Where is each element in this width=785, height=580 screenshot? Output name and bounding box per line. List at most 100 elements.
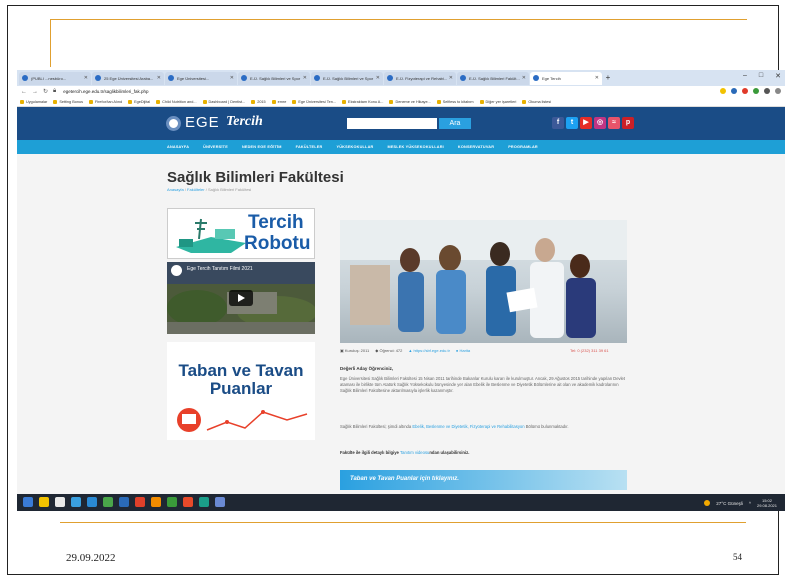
instagram-icon[interactable]: ◎ xyxy=(594,117,606,129)
menu-icon[interactable] xyxy=(775,88,781,94)
site-nav-item[interactable]: YÜKSEKOKULLAR xyxy=(336,145,373,149)
promo-video-link[interactable]: Tanıtım videosu xyxy=(400,450,429,455)
close-tab-icon[interactable]: ✕ xyxy=(449,75,453,81)
site-search-button[interactable]: Ara xyxy=(439,118,471,129)
close-tab-icon[interactable]: ✕ xyxy=(522,75,526,81)
bookmark-item[interactable]: Uygulamalar xyxy=(20,99,47,104)
taban-tavan-banner[interactable]: Taban ve Tavan Puanlar xyxy=(167,342,315,440)
star-icon[interactable] xyxy=(720,88,726,94)
page-title: Sağlık Bilimleri Fakültesi xyxy=(167,169,344,186)
faculty-photo xyxy=(340,220,627,343)
browser-tab[interactable]: E-Ü. Sağlık Bilimleri ve Spor F...✕ xyxy=(238,71,310,85)
browser-tab[interactable]: 25 Ege Üniversitesi Araba... ✕ xyxy=(92,71,164,85)
close-tab-icon[interactable]: ✕ xyxy=(157,75,161,81)
taskbar-app-icon[interactable] xyxy=(55,497,65,507)
back-icon[interactable]: ← xyxy=(21,89,27,95)
details-lead: Fakülte ile ilgili detaylı bilgiye xyxy=(340,450,401,455)
reload-icon[interactable]: ↻ xyxy=(43,88,48,95)
site-nav-item[interactable]: FAKÜLTELER xyxy=(296,145,323,149)
taskbar-app-icon[interactable] xyxy=(119,497,129,507)
youtube-icon[interactable]: ▶ xyxy=(580,117,592,129)
site-nav-item[interactable]: ANASAYFA xyxy=(167,145,189,149)
close-tab-icon[interactable]: ✕ xyxy=(303,75,307,81)
bookmark-item[interactable]: Child Nutrition and... xyxy=(156,99,197,104)
clock[interactable]: 15:02 29.08.2021 xyxy=(757,498,777,508)
browser-tab[interactable]: E-Ü. Fizyoterapi ve Rehabi... ✕ xyxy=(384,71,456,85)
taban-puan-link-banner[interactable]: Taban ve Tavan Puanlar için tıklayınız. xyxy=(340,470,627,490)
tercih-robotu-banner[interactable]: Tercih Robotu xyxy=(167,208,315,259)
close-tab-icon[interactable]: ✕ xyxy=(84,75,88,81)
extension-icon[interactable] xyxy=(742,88,748,94)
taskbar-app-icon[interactable] xyxy=(71,497,81,507)
bookmark-item[interactable]: emre xyxy=(271,99,286,104)
twitter-icon[interactable]: t xyxy=(566,117,578,129)
tray-chevron-icon[interactable]: ^ xyxy=(749,501,751,506)
bookmark-item[interactable]: 2015 xyxy=(251,99,266,104)
video-title: Ege Tercih Tanıtım Filmi 2021 xyxy=(187,266,253,272)
browser-tab[interactable]: (PUBLI ...nesbüro... ✕ xyxy=(19,71,91,85)
bookmark-item[interactable]: Dashboard | Dentist... xyxy=(202,99,245,104)
bookmark-label: Firefox'tan Alınd xyxy=(94,99,123,104)
play-icon[interactable] xyxy=(229,290,253,306)
breadcrumb-home[interactable]: Anasayfa xyxy=(167,187,184,192)
facebook-icon[interactable]: f xyxy=(552,117,564,129)
site-nav-item[interactable]: KONSERVATUVAR xyxy=(458,145,494,149)
url-field[interactable]: egetercih.ege.edu.tr/saglikbilimleri_fak… xyxy=(63,89,148,94)
taskbar-app-icon[interactable] xyxy=(39,497,49,507)
weather-text[interactable]: 27°C Güneşli xyxy=(716,501,743,506)
site-nav-item[interactable]: ÜNİVERSİTE xyxy=(203,145,228,149)
maximize-button[interactable]: □ xyxy=(759,72,763,80)
browser-tab[interactable]: E-Ü. Sağlık Bilimleri Fakült... ✕ xyxy=(457,71,529,85)
video-channel-icon xyxy=(171,265,182,276)
extension-icon[interactable] xyxy=(753,88,759,94)
taskbar-app-icon[interactable] xyxy=(103,497,113,507)
bookmark-item[interactable]: Ege Üniversitesi Ten... xyxy=(292,99,336,104)
robot-title-line1: Tercih xyxy=(248,212,304,233)
close-tab-icon[interactable]: ✕ xyxy=(376,75,380,81)
bookmark-item[interactable]: Okuma listesi xyxy=(522,99,551,104)
site-nav-item[interactable]: MESLEK YÜKSEKOKULLARI xyxy=(387,145,443,149)
logo-tercih-text[interactable]: Tercih xyxy=(226,114,263,130)
browser-tab[interactable]: Ege Üniversitesi... ✕ xyxy=(165,71,237,85)
extension-icon[interactable] xyxy=(731,88,737,94)
browser-tab[interactable]: E-Ü. Sağlık Bilimleri ve Spor F...✕ xyxy=(311,71,383,85)
close-window-button[interactable]: ✕ xyxy=(775,72,781,80)
ege-logo-icon[interactable] xyxy=(166,116,181,131)
site-nav-item[interactable]: NEDEN EGE EĞİTİM xyxy=(242,145,282,149)
taskbar-app-icon[interactable] xyxy=(183,497,193,507)
taskbar-app-icon[interactable] xyxy=(215,497,225,507)
rss-icon[interactable]: ≈ xyxy=(608,117,620,129)
site-nav-item[interactable]: PROGRAMLAR xyxy=(508,145,538,149)
close-tab-icon[interactable]: ✕ xyxy=(595,75,599,81)
promo-video[interactable]: Ege Tercih Tanıtım Filmi 2021 xyxy=(167,262,315,334)
map-link[interactable]: ● Harita xyxy=(456,348,470,353)
breadcrumb-section[interactable]: Fakülteler xyxy=(187,187,205,192)
browser-screenshot: (PUBLI ...nesbüro... ✕ 25 Ege Üniversitesi… xyxy=(17,70,785,511)
bookmark-item[interactable]: Deneme ve Hikaye... xyxy=(389,99,431,104)
bookmark-item[interactable]: Setting Bonus xyxy=(53,99,83,104)
profile-icon[interactable] xyxy=(764,88,770,94)
taskbar-app-icon[interactable] xyxy=(23,497,33,507)
taskbar-app-icon[interactable] xyxy=(199,497,209,507)
taskbar-app-icon[interactable] xyxy=(151,497,161,507)
close-tab-icon[interactable]: ✕ xyxy=(230,75,234,81)
pinterest-icon[interactable]: p xyxy=(622,117,634,129)
phone-number[interactable]: Tel: 0 (232) 311 39 61 xyxy=(570,348,609,353)
bookmark-item[interactable]: Diğer yer işaretleri xyxy=(479,99,516,104)
bookmark-item[interactable]: Ekstraktam Konu A... xyxy=(342,99,383,104)
minimize-button[interactable]: – xyxy=(743,72,747,80)
taskbar-app-icon[interactable] xyxy=(135,497,145,507)
logo-ege-text[interactable]: EGE xyxy=(185,114,220,131)
taskbar-app-icon[interactable] xyxy=(167,497,177,507)
site-search-input[interactable] xyxy=(347,118,437,129)
forward-icon[interactable]: → xyxy=(32,89,38,95)
website-link[interactable]: ▲ https://sbf.ege.edu.tr xyxy=(408,348,450,353)
bookmark-item[interactable]: Selfiess to kitabım xyxy=(436,99,474,104)
bookmark-item[interactable]: EgeDijital xyxy=(128,99,150,104)
robot-title-line2: Robotu xyxy=(244,233,311,254)
new-tab-button[interactable]: + xyxy=(603,73,613,83)
browser-tab[interactable]: Ege Tercih ✕ xyxy=(530,71,602,85)
bookmark-item[interactable]: Firefox'tan Alınd xyxy=(88,99,123,104)
taskbar-app-icon[interactable] xyxy=(87,497,97,507)
departments-link[interactable]: Ebelik, Beslenme ve Diyetetik, Fizyotera… xyxy=(412,424,524,429)
